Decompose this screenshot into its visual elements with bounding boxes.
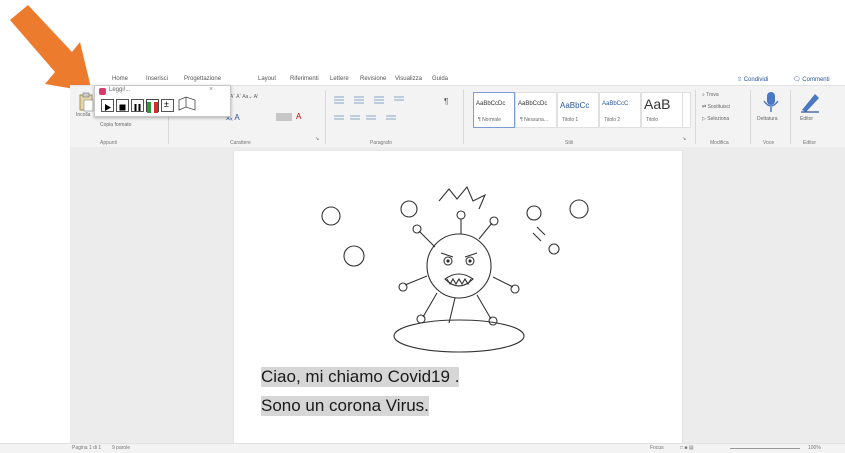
style-name: Titolo (646, 117, 659, 123)
word-count[interactable]: 9 parole (112, 445, 130, 451)
separator (325, 90, 326, 144)
tab-design[interactable]: Progettazione (184, 76, 221, 82)
style-title[interactable]: AaB Titolo (641, 92, 683, 128)
paragraph-controls-icon[interactable]: ¶ (332, 94, 452, 124)
plus-minus-icon: ± (164, 99, 169, 109)
ribbon-tab-bar: Home Inserisci Progettazione Layout Rife… (0, 0, 845, 90)
dictate-button[interactable]: Dettatura (757, 90, 784, 134)
styles-scroll-button[interactable] (682, 92, 691, 128)
font-color-red-icon[interactable]: A (296, 112, 301, 121)
paste-label[interactable]: Incolla (76, 112, 90, 118)
style-normal[interactable]: AaBbCcDc ¶ Normale (473, 92, 515, 128)
tab-review[interactable]: Revisione (360, 76, 386, 82)
editor-group-label: Editor (803, 140, 817, 146)
zoom-level[interactable]: 100% (808, 445, 821, 451)
find-button[interactable]: ⌕ Trova (702, 92, 719, 98)
dictate-label: Dettatura (757, 116, 778, 122)
styles-group-label: Stili (565, 140, 574, 146)
book-icon[interactable] (177, 96, 197, 114)
view-buttons[interactable]: □ ■ ▤ (680, 445, 694, 451)
highlight-color-button[interactable] (276, 113, 292, 121)
pause-button[interactable] (131, 99, 144, 112)
app-logo-icon (99, 88, 106, 95)
tab-layout[interactable]: Layout (258, 76, 276, 82)
page-count[interactable]: Pagina 1 di 1 (72, 445, 101, 451)
style-preview: AaBbCcDc (476, 101, 506, 107)
tab-view[interactable]: Visualizza (395, 76, 422, 82)
style-heading-2[interactable]: AaBbCcC Titolo 2 (599, 92, 641, 128)
style-name: ¶ Normale (478, 117, 501, 123)
style-name: Titolo 1 (562, 117, 579, 123)
style-heading-1[interactable]: AaBbCc Titolo 1 (557, 92, 599, 128)
paste-icon[interactable] (78, 92, 94, 112)
separator (790, 90, 791, 144)
style-name: Titolo 2 (604, 117, 621, 123)
tab-references[interactable]: Riferimenti (290, 76, 319, 82)
editor-pen-icon (801, 94, 819, 113)
style-name: ¶ Nessuna... (520, 117, 548, 123)
focus-button[interactable]: Focus (650, 445, 664, 451)
speed-button[interactable]: ± (161, 99, 174, 112)
clipboard-group-label: Appunti (100, 140, 117, 146)
tab-insert[interactable]: Inserisci (146, 76, 168, 82)
share-label: Condividi (743, 77, 769, 83)
covid-virus-illustration (321, 185, 589, 353)
voice-group-label: Voce (763, 140, 775, 146)
styles-dialog-launcher-icon[interactable]: ↘ (682, 136, 686, 142)
document-line-2[interactable]: Sono un corona Virus. (261, 396, 429, 416)
stop-button[interactable] (116, 99, 129, 112)
svg-text:¶: ¶ (444, 97, 448, 106)
replace-button[interactable]: ⇄ Sostituisci (702, 104, 730, 110)
document-page[interactable]: Ciao, mi chiamo Covid19 . Sono un corona… (233, 150, 683, 446)
select-label: Seleziona (707, 116, 730, 122)
popup-title: Leggi!... (109, 87, 131, 93)
style-preview: AaBbCcDc (518, 101, 548, 107)
separator (463, 90, 464, 144)
separator (750, 90, 751, 144)
editor-button[interactable]: Editor (797, 90, 823, 134)
tab-mailings[interactable]: Lettere (330, 76, 349, 82)
font-group-label: Carattere (230, 140, 251, 146)
color-overlay-button[interactable] (146, 99, 159, 113)
italian-flag-icon (147, 102, 158, 113)
select-button[interactable]: ▷ Seleziona (702, 116, 729, 122)
paragraph-group-label: Paragrafo (370, 140, 392, 146)
stop-icon (119, 104, 126, 111)
replace-label: Sostituisci (707, 104, 731, 110)
share-button[interactable]: ⇧ Condividi (737, 76, 768, 83)
find-label: Trova (706, 92, 719, 98)
comments-button[interactable]: 🗨 Commenti (793, 76, 830, 83)
zoom-slider[interactable] (730, 448, 800, 449)
editing-group-label: Modifica (710, 140, 729, 146)
editor-label: Editor (800, 116, 814, 122)
style-preview: AaB (644, 96, 671, 112)
comments-label: Commenti (802, 77, 830, 83)
style-preview: AaBbCcC (602, 101, 629, 107)
copy-format-button[interactable]: Copia formato (100, 122, 131, 128)
font-dialog-launcher-icon[interactable]: ↘ (315, 136, 319, 142)
pause-icon (134, 104, 141, 111)
document-line-1[interactable]: Ciao, mi chiamo Covid19 . (261, 367, 460, 387)
font-size-controls[interactable]: Aˆ Aˇ Aa⌄ A̸ (230, 94, 257, 100)
style-preview: AaBbCc (560, 101, 590, 110)
reading-toolbar-window: Leggi!... × ± (94, 85, 231, 117)
tab-help[interactable]: Guida (432, 76, 448, 82)
popup-close-icon[interactable]: × (209, 86, 213, 93)
separator (695, 90, 696, 144)
microphone-icon (763, 92, 779, 112)
play-icon (105, 104, 111, 111)
style-no-spacing[interactable]: AaBbCcDc ¶ Nessuna... (515, 92, 557, 128)
tab-home[interactable]: Home (112, 76, 128, 82)
play-button[interactable] (101, 99, 114, 112)
